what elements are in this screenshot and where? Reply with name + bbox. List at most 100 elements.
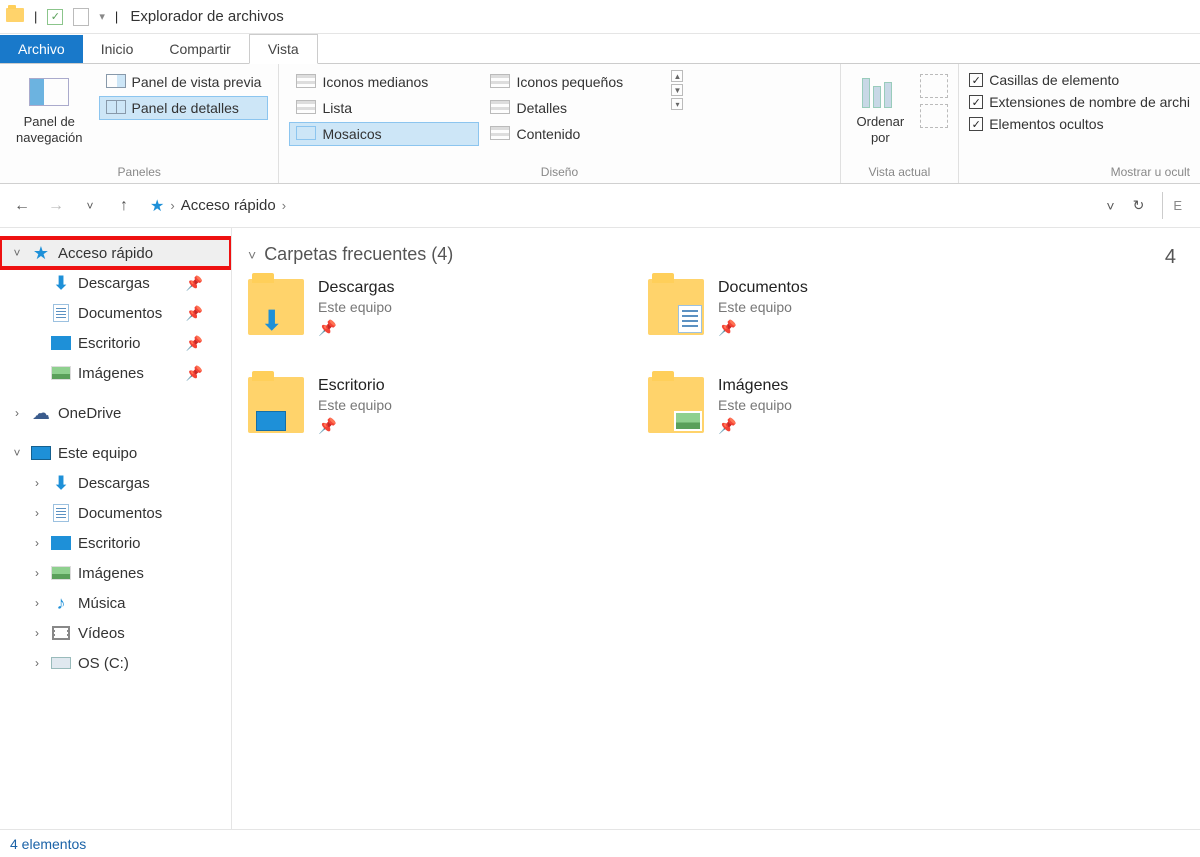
tab-home[interactable]: Inicio: [83, 35, 152, 63]
tree-pc-pictures[interactable]: › Imágenes: [0, 558, 231, 588]
add-columns-icon[interactable]: [920, 74, 948, 98]
tab-view[interactable]: Vista: [249, 34, 318, 64]
address-dropdown-button[interactable]: ˅: [1100, 194, 1120, 218]
navigation-tree[interactable]: ˅ ★ Acceso rápido ⬇ Descargas 📌 Document…: [0, 228, 232, 829]
content-pane[interactable]: ˅ Carpetas frecuentes (4) 4 ⬇ Descargas …: [232, 228, 1200, 829]
caret-down-icon[interactable]: ˅: [10, 246, 24, 260]
folder-tile-documents[interactable]: Documentos Este equipo 📌: [648, 279, 948, 337]
spinner-down-icon[interactable]: ▼: [671, 84, 683, 96]
navigation-pane-button[interactable]: Panel de navegación: [10, 70, 89, 151]
view-medium-icons[interactable]: Iconos medianos: [289, 70, 479, 94]
qat-dropdown[interactable]: ▾: [99, 10, 105, 23]
spinner-more-icon[interactable]: ▾: [671, 98, 683, 110]
up-button[interactable]: ↑: [110, 192, 138, 220]
details-pane-button[interactable]: Panel de detalles: [99, 96, 269, 120]
preview-pane-button[interactable]: Panel de vista previa: [99, 70, 269, 94]
spinner-up-icon[interactable]: ▲: [671, 70, 683, 82]
hidden-items-toggle[interactable]: ✓ Elementos ocultos: [969, 114, 1190, 134]
window-title: Explorador de archivos: [130, 8, 283, 25]
item-checkboxes-toggle[interactable]: ✓ Casillas de elemento: [969, 70, 1190, 90]
checkbox-checked-icon: ✓: [969, 117, 983, 131]
sort-by-label: Ordenar por: [857, 114, 905, 147]
tree-desktop[interactable]: Escritorio 📌: [0, 328, 231, 358]
pin-icon: 📌: [186, 335, 203, 352]
refresh-button[interactable]: ↻: [1127, 193, 1151, 218]
folder-tile-pictures[interactable]: Imágenes Este equipo 📌: [648, 377, 948, 435]
pin-icon: 📌: [318, 319, 394, 337]
caret-right-icon[interactable]: ›: [30, 626, 44, 640]
breadcrumb[interactable]: ★ › Acceso rápido ›: [144, 190, 1094, 222]
tree-pc-music[interactable]: › ♪ Música: [0, 588, 231, 618]
tree-label: Descargas: [78, 275, 150, 292]
star-icon: ★: [150, 196, 164, 216]
forward-button[interactable]: →: [42, 192, 70, 220]
caret-down-icon[interactable]: ˅: [248, 247, 256, 263]
qat-checkbox-button[interactable]: ✓: [47, 9, 63, 25]
view-details[interactable]: Detalles: [483, 96, 663, 120]
caret-right-icon[interactable]: ›: [30, 476, 44, 490]
tree-pc-os-drive[interactable]: › OS (C:): [0, 648, 231, 678]
back-button[interactable]: ←: [8, 192, 36, 220]
size-columns-icon[interactable]: [920, 104, 948, 128]
ribbon-group-current-view: Ordenar por Vista actual: [841, 64, 960, 183]
tree-pc-videos[interactable]: › Vídeos: [0, 618, 231, 648]
tab-share[interactable]: Compartir: [151, 35, 248, 63]
tree-label: Escritorio: [78, 535, 141, 552]
view-list[interactable]: Lista: [289, 96, 479, 120]
caret-right-icon[interactable]: ›: [10, 406, 24, 420]
tree-label: Acceso rápido: [58, 245, 153, 262]
star-icon: ★: [30, 243, 52, 263]
folder-name: Documentos: [718, 279, 808, 297]
checkbox-checked-icon: ✓: [969, 73, 983, 87]
tree-pc-desktop[interactable]: › Escritorio: [0, 528, 231, 558]
layout-spinner[interactable]: ▲ ▼ ▾: [671, 70, 683, 110]
tree-quick-access[interactable]: ˅ ★ Acceso rápido: [0, 238, 231, 268]
main-area: ˅ ★ Acceso rápido ⬇ Descargas 📌 Document…: [0, 228, 1200, 829]
caret-right-icon[interactable]: ›: [30, 506, 44, 520]
view-content[interactable]: Contenido: [483, 122, 663, 146]
folder-location: Este equipo: [318, 397, 392, 413]
search-box-edge[interactable]: E: [1162, 192, 1192, 219]
view-small-icons[interactable]: Iconos pequeños: [483, 70, 663, 94]
folder-location: Este equipo: [718, 299, 808, 315]
view-tiles[interactable]: Mosaicos: [289, 122, 479, 146]
download-arrow-icon: ⬇: [50, 273, 72, 293]
ribbon-group-panels: Panel de navegación Panel de vista previ…: [0, 64, 279, 183]
qat-separator: |: [34, 9, 37, 24]
caret-down-icon[interactable]: ˅: [10, 446, 24, 460]
chevron-right-icon: ›: [282, 198, 286, 213]
caret-right-icon[interactable]: ›: [30, 536, 44, 550]
section-header[interactable]: ˅ Carpetas frecuentes (4): [248, 244, 1184, 265]
recent-locations-button[interactable]: ˅: [76, 192, 104, 220]
tree-documents[interactable]: Documentos 📌: [0, 298, 231, 328]
breadcrumb-item-root[interactable]: Acceso rápido: [181, 197, 276, 214]
tree-pc-documents[interactable]: › Documentos: [0, 498, 231, 528]
tree-label: Música: [78, 595, 126, 612]
details-pane-label: Panel de detalles: [132, 100, 239, 116]
tree-pc-downloads[interactable]: › ⬇ Descargas: [0, 468, 231, 498]
qat-properties-button[interactable]: [73, 8, 89, 26]
navigation-pane-label: Panel de navegación: [16, 114, 83, 147]
pin-icon: 📌: [718, 417, 792, 435]
tree-pictures[interactable]: Imágenes 📌: [0, 358, 231, 388]
status-text: 4 elementos: [10, 836, 86, 852]
filename-ext-toggle[interactable]: ✓ Extensiones de nombre de archi: [969, 92, 1190, 112]
tree-downloads[interactable]: ⬇ Descargas 📌: [0, 268, 231, 298]
tab-file[interactable]: Archivo: [0, 35, 83, 63]
tree-this-pc[interactable]: ˅ Este equipo: [0, 438, 231, 468]
caret-right-icon[interactable]: ›: [30, 566, 44, 580]
folder-location: Este equipo: [718, 397, 792, 413]
pin-icon: 📌: [186, 305, 203, 322]
drive-icon: [50, 653, 72, 673]
sort-by-button[interactable]: Ordenar por: [851, 70, 911, 151]
folder-tile-desktop[interactable]: Escritorio Este equipo 📌: [248, 377, 548, 435]
tree-onedrive[interactable]: › ☁ OneDrive: [0, 398, 231, 428]
document-icon: [50, 303, 72, 323]
caret-right-icon[interactable]: ›: [30, 656, 44, 670]
desktop-icon: [50, 333, 72, 353]
caret-right-icon[interactable]: ›: [30, 596, 44, 610]
tree-label: Documentos: [78, 505, 162, 522]
tree-label: Imágenes: [78, 365, 144, 382]
folder-icon: [648, 377, 704, 433]
folder-tile-downloads[interactable]: ⬇ Descargas Este equipo 📌: [248, 279, 548, 337]
